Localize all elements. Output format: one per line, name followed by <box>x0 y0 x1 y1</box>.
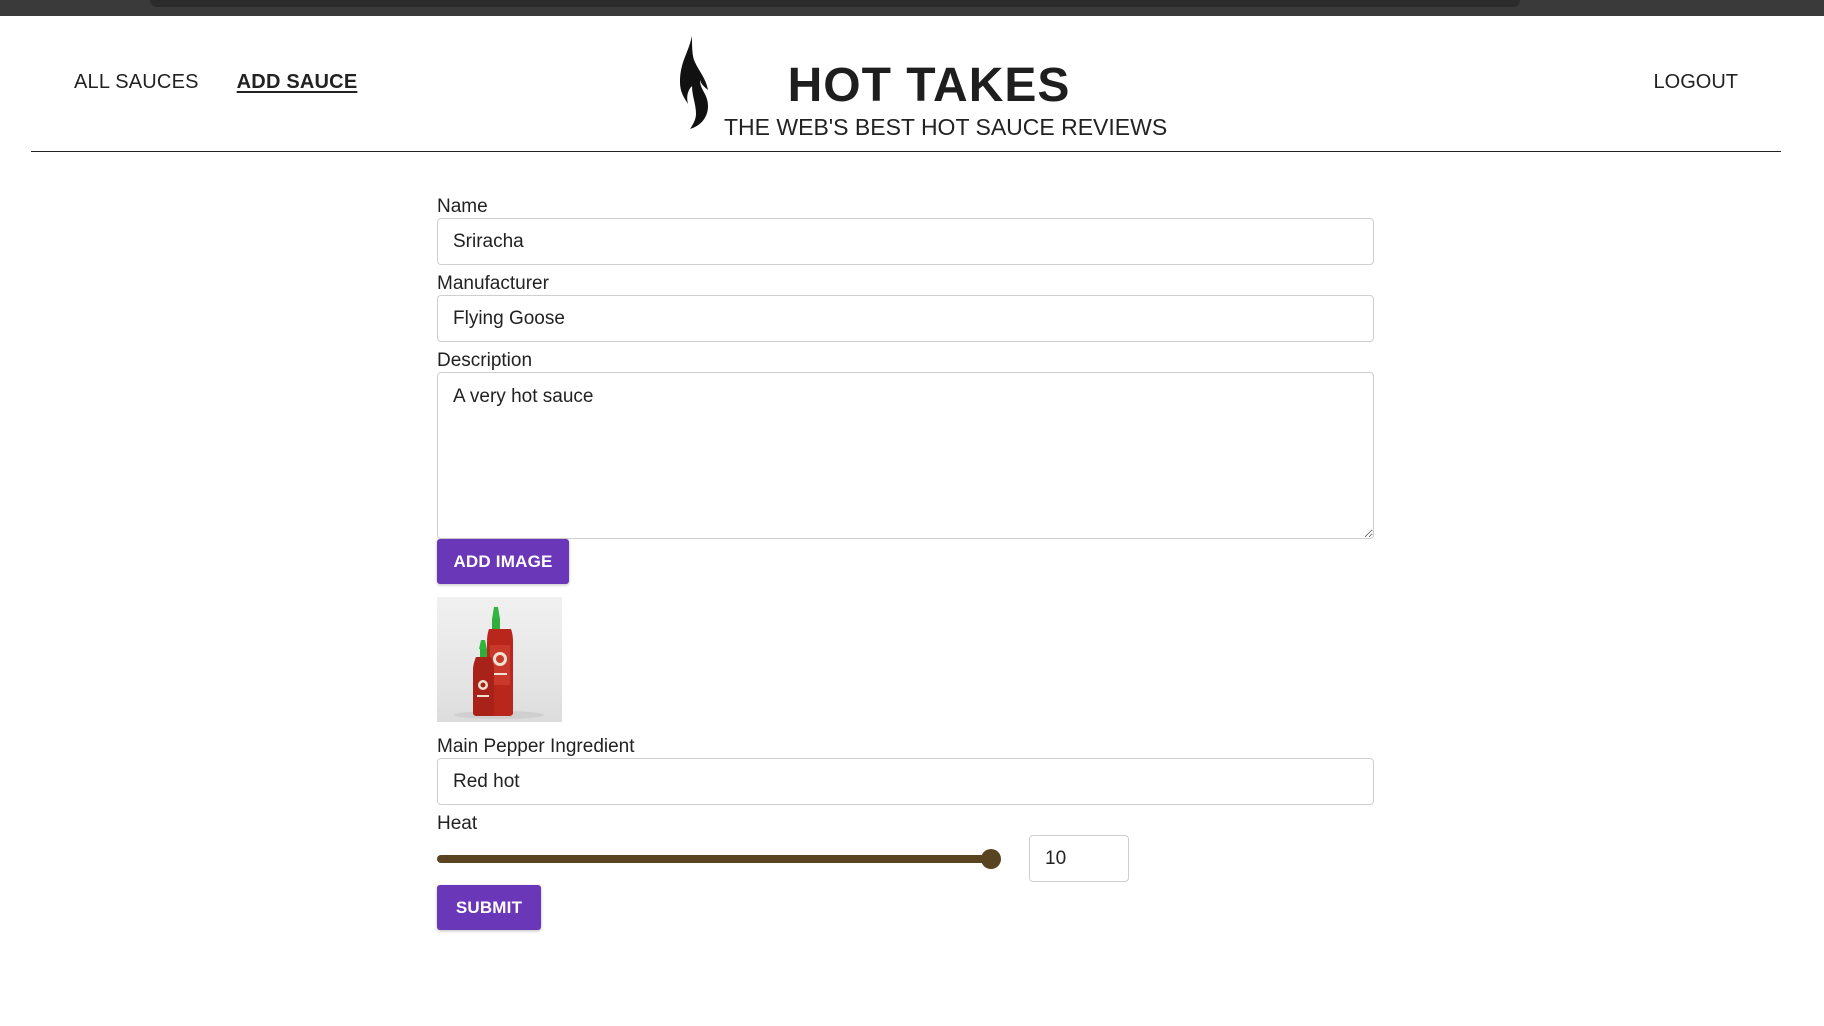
manufacturer-label: Manufacturer <box>437 273 549 294</box>
browser-chrome-strip <box>0 0 1824 16</box>
add-sauce-form: Name Manufacturer Description A very hot… <box>437 196 1374 930</box>
heat-number-input[interactable] <box>1029 835 1129 882</box>
manufacturer-input[interactable] <box>437 295 1374 342</box>
address-bar-edge <box>150 0 1520 7</box>
name-label: Name <box>437 196 488 217</box>
main-nav: ALL SAUCES ADD SAUCE <box>74 71 357 94</box>
description-textarea[interactable]: A very hot sauce <box>437 372 1374 539</box>
sauce-image-preview <box>437 597 562 722</box>
main-pepper-label: Main Pepper Ingredient <box>437 736 635 757</box>
logout-link[interactable]: LOGOUT <box>1654 71 1738 93</box>
submit-button[interactable]: SUBMIT <box>437 885 541 930</box>
brand: HOT TAKES THE WEB'S BEST HOT SAUCE REVIE… <box>674 34 1194 144</box>
sriracha-bottles-image <box>454 607 544 719</box>
site-header: ALL SAUCES ADD SAUCE HOT TAKES THE WEB'S… <box>31 16 1781 152</box>
name-input[interactable] <box>437 218 1374 265</box>
heat-control <box>437 835 1374 883</box>
heat-slider[interactable] <box>437 855 990 863</box>
heat-label: Heat <box>437 813 478 834</box>
main-pepper-input[interactable] <box>437 758 1374 805</box>
heat-slider-thumb[interactable] <box>981 849 1001 869</box>
flame-icon <box>680 36 708 129</box>
nav-add-sauce-link[interactable]: ADD SAUCE <box>237 71 358 94</box>
add-image-button[interactable]: ADD IMAGE <box>437 539 569 584</box>
site-subtitle: THE WEB'S BEST HOT SAUCE REVIEWS <box>724 114 1168 140</box>
user-nav: LOGOUT <box>1654 71 1738 94</box>
description-label: Description <box>437 350 533 371</box>
nav-all-sauces-link[interactable]: ALL SAUCES <box>74 71 199 94</box>
site-title: HOT TAKES <box>787 59 1071 112</box>
